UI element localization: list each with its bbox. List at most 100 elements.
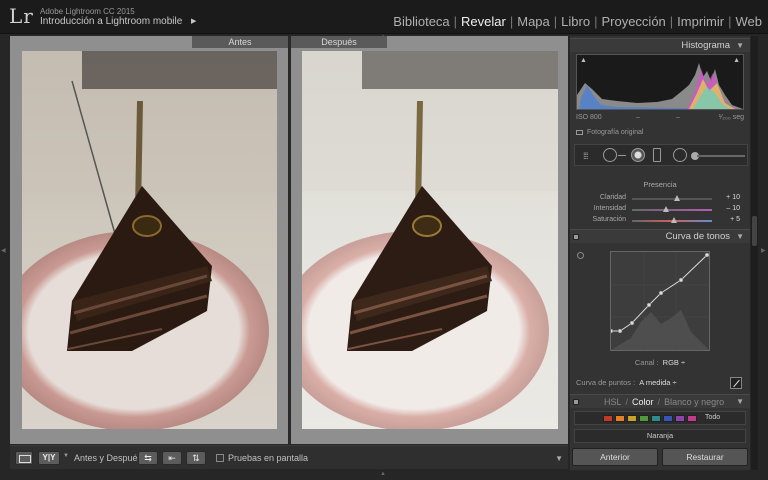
swap-vertical-icon: ⇅ — [192, 453, 200, 463]
after-label: Después — [291, 36, 387, 48]
loupe-view-button[interactable] — [15, 451, 33, 465]
shutter-speed-value: ¹⁄₂₀₀ seg — [718, 114, 744, 121]
module-web[interactable]: Web — [736, 14, 763, 29]
swap-before-after-button[interactable]: ⇅ — [186, 451, 206, 465]
tab-hsl[interactable]: HSL — [604, 397, 622, 407]
tone-curve-svg — [608, 252, 710, 350]
channel-selector[interactable]: Canal : RGB ÷ — [570, 358, 750, 367]
channel-label: Canal : — [634, 358, 659, 367]
clarity-slider-knob[interactable] — [674, 195, 680, 201]
histogram[interactable]: ▲ ▲ — [576, 54, 744, 110]
cake-photo-before — [22, 51, 277, 429]
module-mapa[interactable]: Mapa — [517, 14, 550, 29]
channel-value[interactable]: RGB ÷ — [663, 358, 685, 367]
vibrance-slider[interactable] — [632, 209, 712, 211]
histogram-header[interactable]: Histograma ▼ — [570, 38, 750, 52]
color-all-button[interactable]: Todo — [705, 414, 720, 421]
clarity-value[interactable]: + 10 — [726, 194, 740, 201]
view-mode-dropdown-icon[interactable]: ▼ — [63, 453, 69, 459]
copy-after-to-before-button[interactable]: ⇤ — [162, 451, 182, 465]
iso-value: ISO 800 — [576, 114, 602, 121]
collapse-triangle-icon[interactable]: ▼ — [736, 395, 744, 409]
bottom-panel-toggle-icon[interactable]: ▲ — [380, 471, 386, 477]
histogram-graph — [577, 63, 743, 109]
toolbar-menu-icon[interactable]: ▼ — [555, 454, 563, 463]
module-libro[interactable]: Libro — [561, 14, 590, 29]
module-imprimir[interactable]: Imprimir — [677, 14, 724, 29]
reset-button[interactable]: Restaurar — [662, 448, 748, 466]
tone-curve-graph[interactable] — [608, 251, 710, 351]
collapse-triangle-icon[interactable]: ▼ — [736, 39, 744, 53]
lightroom-logo: Lr — [9, 4, 34, 28]
spot-removal-handle — [618, 155, 626, 156]
left-panel-toggle-icon[interactable]: ◀ — [1, 247, 6, 254]
right-panel-toggle-icon[interactable]: ▶ — [761, 247, 766, 254]
targeted-adjustment-icon[interactable] — [577, 252, 584, 259]
color-swatch-orange[interactable] — [615, 415, 625, 422]
vibrance-row: Intensidad – 10 — [570, 205, 750, 215]
module-revelar[interactable]: Revelar — [461, 14, 506, 29]
red-eye-icon[interactable] — [631, 148, 645, 162]
before-after-mode-button[interactable]: Y|Y — [38, 451, 60, 465]
color-swatch-yellow[interactable] — [627, 415, 637, 422]
color-swatch-magenta[interactable] — [687, 415, 697, 422]
vibrance-slider-knob[interactable] — [663, 206, 669, 212]
spot-removal-icon[interactable] — [603, 148, 617, 162]
tab-color[interactable]: Color — [632, 397, 654, 407]
color-swatch-red[interactable] — [603, 415, 613, 422]
soft-proofing-checkbox[interactable] — [216, 454, 224, 462]
color-swatch-blue[interactable] — [663, 415, 673, 422]
original-photo-label: Fotografía original — [587, 129, 644, 136]
tool-strip: ⁞⁞⁞ — [574, 144, 748, 166]
point-curve-select[interactable]: A medida ÷ — [639, 378, 676, 387]
catalog-name[interactable]: Introducción a Lightroom mobile — [40, 16, 182, 27]
toolbar: Y|Y ▼ Antes y Después: ⇆ ⇤ ⇅ Pruebas en … — [10, 445, 568, 469]
crop-overlay-icon[interactable]: ⁞⁞⁞ — [583, 151, 588, 161]
saturation-value[interactable]: + 5 — [730, 216, 740, 223]
edit-point-curve-icon[interactable] — [730, 377, 742, 389]
color-swatch-aqua[interactable] — [651, 415, 661, 422]
vibrance-value[interactable]: – 10 — [726, 205, 740, 212]
app-name: Adobe Lightroom CC 2015 — [40, 7, 135, 16]
collapse-triangle-icon[interactable]: ▼ — [736, 230, 744, 244]
saturation-slider-knob[interactable] — [671, 217, 677, 223]
module-picker: Biblioteca | Revelar | Mapa | Libro | Proyección… — [393, 14, 762, 29]
after-photo[interactable] — [302, 51, 558, 429]
previous-button[interactable]: Anterior — [572, 448, 658, 466]
tab-black-white[interactable]: Blanco y negro — [664, 397, 724, 407]
hsl-color-header[interactable]: HSL / Color / Blanco y negro ▼ — [570, 394, 750, 408]
clarity-slider[interactable] — [632, 198, 712, 200]
module-proyeccion[interactable]: Proyección — [601, 14, 665, 29]
copy-icon: ⇤ — [168, 453, 176, 463]
module-biblioteca[interactable]: Biblioteca — [393, 14, 449, 29]
adjustment-brush-slider[interactable] — [697, 155, 745, 157]
graduated-filter-icon[interactable] — [653, 148, 661, 162]
tone-curve-header[interactable]: Curva de tonos ▼ — [570, 229, 750, 243]
module-separator: | — [594, 14, 598, 29]
saturation-row: Saturación + 5 — [570, 216, 750, 226]
panel-toggle-switch[interactable] — [573, 399, 579, 405]
presence-section: Presencia Claridad + 10 Intensidad – 10 … — [570, 176, 750, 228]
before-after-view: Antes Después — [10, 36, 568, 444]
module-separator: | — [509, 14, 514, 29]
color-swatch-purple[interactable] — [675, 415, 685, 422]
scrollbar-thumb[interactable] — [752, 216, 757, 246]
color-swatch-row: Todo — [574, 411, 746, 425]
identity-bar: Lr Adobe Lightroom CC 2015 Introducción … — [0, 0, 768, 34]
copy-before-to-after-button[interactable]: ⇆ — [138, 451, 158, 465]
catalog-menu-arrow-icon[interactable]: ▶ — [191, 17, 196, 25]
panel-toggle-switch[interactable] — [573, 234, 579, 240]
original-photo-indicator: Fotografía original — [576, 129, 643, 136]
tone-curve-title: Curva de tonos — [665, 231, 730, 242]
module-separator: | — [453, 14, 458, 29]
radial-filter-icon[interactable] — [673, 148, 687, 162]
module-separator: | — [728, 14, 732, 29]
point-curve-label: Curva de puntos : — [576, 378, 636, 387]
swap-icon: ⇆ — [144, 453, 152, 463]
module-separator: | — [553, 14, 558, 29]
before-photo[interactable] — [22, 51, 277, 429]
soft-proofing-label[interactable]: Pruebas en pantalla — [228, 453, 308, 463]
color-swatch-green[interactable] — [639, 415, 649, 422]
photo-icon — [576, 129, 583, 135]
right-panel-scrollbar[interactable] — [751, 36, 758, 470]
